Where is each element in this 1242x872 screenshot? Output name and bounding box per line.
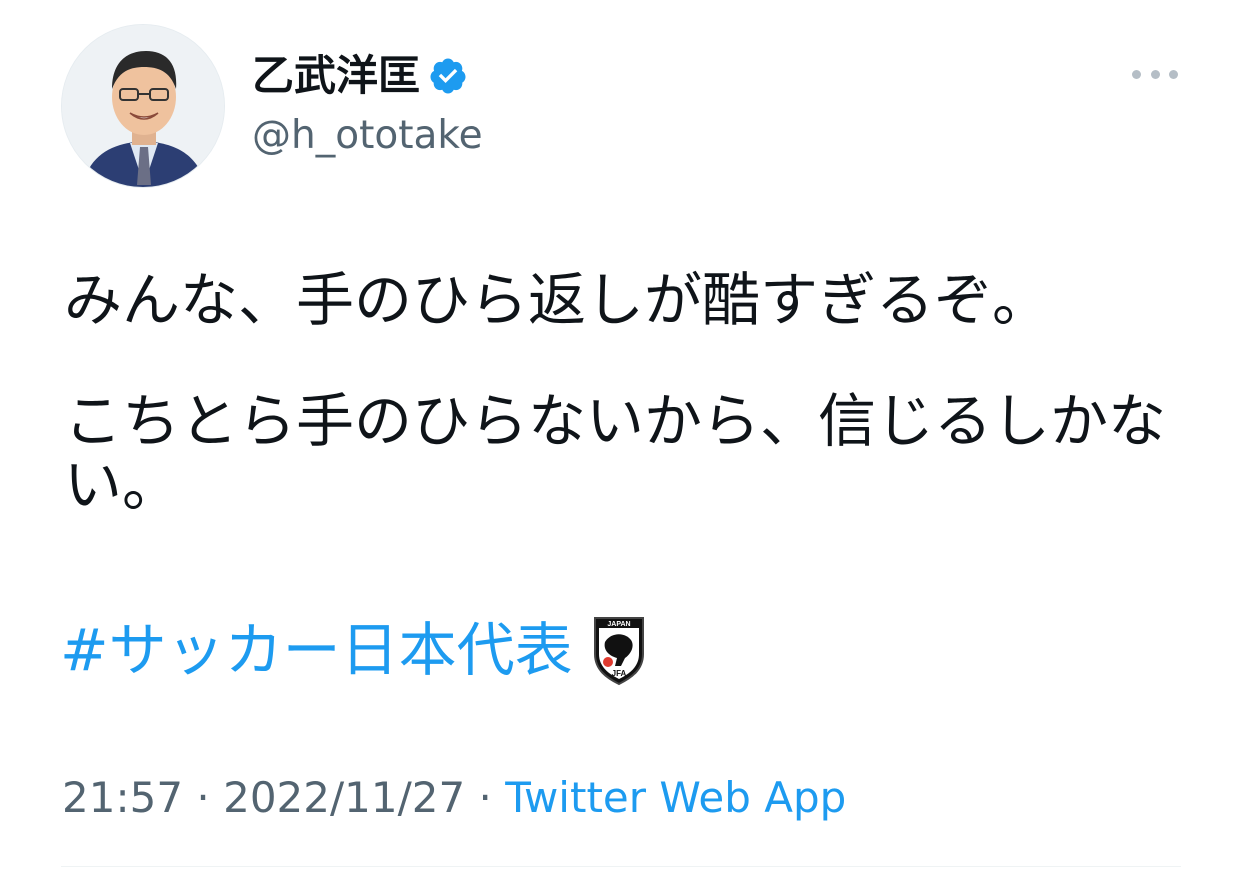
tweet-date[interactable]: 2022/11/27 <box>223 773 465 822</box>
more-dot <box>1132 69 1141 79</box>
tweet-paragraph: こちとら手のひらないから、信じるしかない。 <box>64 387 1167 519</box>
jfa-emblem-icon: JAPAN JFA <box>591 614 647 686</box>
divider <box>61 866 1181 867</box>
more-dot <box>1150 69 1160 79</box>
tweet-paragraph: みんな、手のひら返しが酷すぎるぞ。 <box>64 266 1051 334</box>
tweet-text: みんな、手のひら返しが酷すぎるぞ。 こちとら手のひらないから、信じるしかない。 <box>64 268 1174 517</box>
tweet-source[interactable]: Twitter Web App <box>505 773 846 822</box>
more-dot <box>1169 69 1178 79</box>
meta-separator: · <box>465 773 506 822</box>
author-name-row[interactable]: 乙武洋匡 <box>252 50 468 102</box>
hashtag-row: #サッカー日本代表 JAPAN JFA <box>60 614 647 686</box>
meta-separator: · <box>183 773 224 822</box>
verified-badge-icon <box>428 56 468 96</box>
author-handle[interactable]: @h_ototake <box>252 112 483 160</box>
avatar[interactable] <box>61 24 225 188</box>
avatar-image <box>62 25 224 187</box>
more-options-icon[interactable] <box>1132 62 1178 86</box>
svg-text:JAPAN: JAPAN <box>607 621 630 628</box>
hashtag-link[interactable]: #サッカー日本代表 <box>60 618 573 682</box>
author-display-name[interactable]: 乙武洋匡 <box>252 50 420 102</box>
svg-text:JFA: JFA <box>611 669 626 678</box>
tweet-time[interactable]: 21:57 <box>62 773 183 822</box>
tweet-meta: 21:57 · 2022/11/27 · Twitter Web App <box>62 772 846 824</box>
